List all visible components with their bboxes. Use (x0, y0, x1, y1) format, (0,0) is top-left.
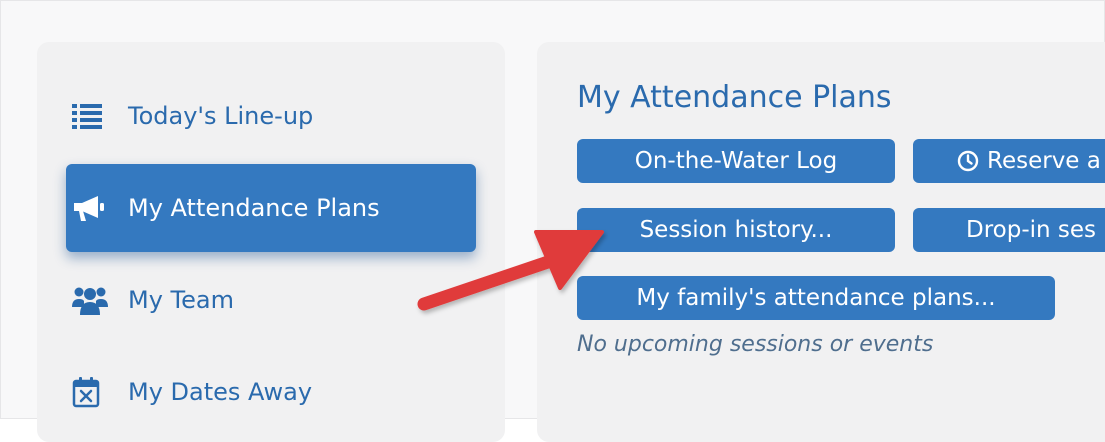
megaphone-icon (66, 194, 128, 222)
clock-icon (957, 150, 979, 172)
family-attendance-plans-button[interactable]: My family's attendance plans... (577, 276, 1055, 320)
sidebar-item-my-attendance-plans[interactable]: My Attendance Plans (66, 164, 476, 252)
button-label: Drop-in ses (966, 217, 1097, 243)
empty-state-message: No upcoming sessions or events (577, 332, 934, 357)
main-panel: My Attendance Plans On-the-Water Log Res… (537, 42, 1105, 442)
sidebar-item-label: My Attendance Plans (128, 194, 380, 222)
app-window: Today's Line-up My Attendance Plans My T… (0, 0, 1105, 442)
users-icon (66, 285, 128, 315)
sidebar-item-my-dates-away[interactable]: My Dates Away (66, 348, 476, 436)
sidebar-item-todays-lineup[interactable]: Today's Line-up (66, 72, 476, 160)
sidebar-item-label: My Team (128, 286, 234, 314)
button-label: My family's attendance plans... (636, 285, 996, 311)
sidebar-nav: Today's Line-up My Attendance Plans My T… (37, 42, 505, 442)
sidebar-item-label: Today's Line-up (128, 102, 314, 130)
button-label: Reserve a (987, 148, 1101, 174)
session-history-button[interactable]: Session history... (577, 208, 895, 252)
button-label: On-the-Water Log (634, 148, 838, 174)
drop-in-sessions-button[interactable]: Drop-in ses (913, 208, 1105, 252)
sidebar-item-label: My Dates Away (128, 378, 313, 406)
page-title: My Attendance Plans (577, 80, 892, 115)
button-label: Session history... (639, 217, 833, 243)
on-the-water-log-button[interactable]: On-the-Water Log (577, 139, 895, 183)
calendar-x-icon (66, 376, 128, 408)
sidebar-item-my-team[interactable]: My Team (66, 256, 476, 344)
list-icon (66, 103, 128, 129)
reserve-button[interactable]: Reserve a (913, 139, 1105, 183)
